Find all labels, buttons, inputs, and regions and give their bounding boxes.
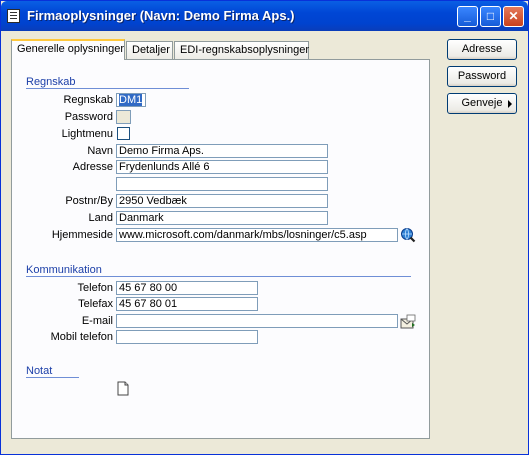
genveje-label: Genveje [461, 97, 503, 109]
telefax-label: Telefax [78, 298, 113, 310]
regnskab-value: DM1 [119, 94, 143, 106]
app-icon[interactable] [7, 9, 20, 23]
globe-search-icon[interactable] [400, 227, 416, 243]
section-notat: Notat [26, 365, 53, 377]
section-divider [26, 276, 411, 277]
mobil-telefon-field[interactable] [116, 330, 258, 344]
adresse-field[interactable]: Frydenlunds Allé 6 [116, 160, 328, 174]
password-field[interactable] [116, 110, 131, 124]
postnr-by-field[interactable]: 2950 Vedbæk [116, 194, 328, 208]
lightmenu-label: Lightmenu [61, 128, 113, 140]
navn-label: Navn [87, 145, 113, 157]
email-send-icon[interactable] [400, 314, 417, 329]
maximize-button[interactable]: □ [480, 6, 501, 27]
submenu-arrow-icon [508, 100, 512, 108]
land-label: Land [88, 212, 113, 224]
email-label: E-mail [81, 315, 113, 327]
telefon-label: Telefon [77, 282, 113, 294]
title-bar[interactable]: Firmaoplysninger (Navn: Demo Firma Aps.)… [1, 1, 528, 31]
close-button[interactable]: ✕ [503, 6, 524, 27]
section-kommunikation: Kommunikation [26, 264, 102, 276]
section-regnskab: Regnskab [26, 76, 76, 88]
navn-field[interactable]: Demo Firma Aps. [116, 144, 328, 158]
section-divider [26, 88, 189, 89]
land-field[interactable]: Danmark [116, 211, 328, 225]
password-label: Password [64, 111, 113, 123]
tab-edi-regnskabsoplysninger[interactable]: EDI-regnskabsoplysninger [174, 41, 309, 59]
section-divider [26, 377, 79, 378]
adresse-button[interactable]: Adresse [447, 39, 517, 60]
password-button[interactable]: Password [447, 66, 517, 87]
note-page-icon[interactable] [116, 381, 130, 396]
mobil-label: Mobil telefon [50, 331, 113, 343]
minimize-button[interactable]: _ [457, 6, 478, 27]
email-field[interactable] [116, 314, 398, 328]
tab-panel: Regnskab Regnskab DM1 Password Lightmenu… [11, 59, 430, 439]
postnr-label: Postnr/By [65, 195, 113, 207]
regnskab-label: Regnskab [63, 94, 113, 106]
telefax-field[interactable]: 45 67 80 01 [116, 297, 258, 311]
hjemmeside-label: Hjemmeside [51, 229, 113, 241]
genveje-button[interactable]: Genveje [447, 93, 517, 114]
adresse2-field[interactable] [116, 177, 328, 191]
window-title: Firmaoplysninger (Navn: Demo Firma Aps.) [27, 8, 295, 23]
tab-detaljer[interactable]: Detaljer [126, 41, 173, 59]
window: Firmaoplysninger (Navn: Demo Firma Aps.)… [0, 0, 529, 455]
regnskab-field[interactable]: DM1 [116, 93, 146, 107]
adresse-label: Adresse [72, 161, 113, 173]
telefon-field[interactable]: 45 67 80 00 [116, 281, 258, 295]
tab-generelle-oplysninger[interactable]: Generelle oplysninger [11, 39, 125, 60]
lightmenu-checkbox[interactable] [117, 127, 130, 140]
hjemmeside-field[interactable]: www.microsoft.com/danmark/mbs/losninger/… [116, 228, 398, 242]
